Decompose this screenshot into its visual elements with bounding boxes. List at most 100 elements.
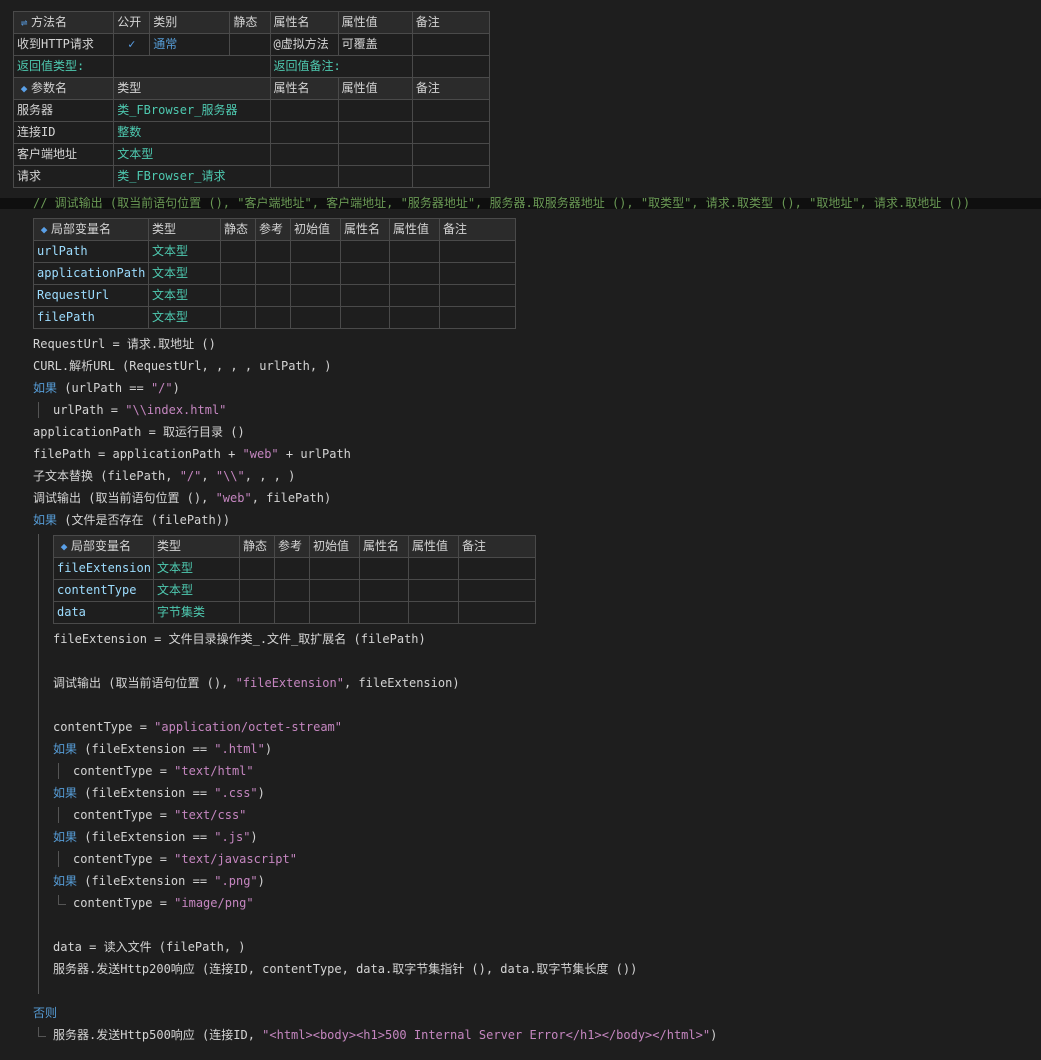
var-name[interactable]: applicationPath	[33, 262, 149, 285]
code-line[interactable]: contentType = "text/javascript"	[73, 848, 297, 870]
param-name[interactable]: 请求	[12, 165, 115, 188]
var-type[interactable]: 文本型	[148, 306, 221, 329]
param-table: ◆ 参数名 类型 属性名 属性值 备注 服务器 类_FBrowser_服务器 连接I…	[12, 77, 491, 188]
param-attr-name-header: 属性名	[269, 77, 339, 100]
check-icon[interactable]: ✓	[128, 37, 135, 51]
var-type[interactable]: 文本型	[153, 579, 240, 602]
var-name[interactable]: RequestUrl	[33, 284, 149, 307]
local-var-row[interactable]: data 字节集类	[53, 601, 536, 624]
indent-guide	[38, 402, 39, 418]
local-var-table-1: ◆ 局部变量名 类型 静态 参考 初始值 属性名 属性值 备注 urlPath 文本…	[33, 218, 516, 329]
param-attr-value-header: 属性值	[337, 77, 413, 100]
code-line[interactable]: applicationPath = 取运行目录 ()	[33, 421, 245, 443]
local-var-row[interactable]: applicationPath 文本型	[33, 262, 516, 285]
code-line[interactable]: 服务器.发送Http200响应 (连接ID, contentType, data…	[53, 958, 637, 980]
method-attr-value[interactable]: 可覆盖	[337, 33, 413, 56]
reference-header: 参考	[255, 218, 291, 241]
note-header: 备注	[439, 218, 516, 241]
return-note-label: 返回值备注:	[269, 55, 413, 78]
var-name[interactable]: urlPath	[33, 240, 149, 263]
local-var-row[interactable]: RequestUrl 文本型	[33, 284, 516, 307]
code-line[interactable]: filePath = applicationPath + "web" + url…	[33, 443, 351, 465]
method-name[interactable]: 收到HTTP请求	[12, 33, 115, 56]
param-note-header: 备注	[411, 77, 491, 100]
code-line[interactable]: CURL.解析URL (RequestUrl, , , , urlPath, )	[33, 355, 332, 377]
param-type[interactable]: 文本型	[113, 143, 271, 166]
code-line[interactable]: 如果 (urlPath == "/")	[33, 377, 180, 399]
var-name[interactable]: filePath	[33, 306, 149, 329]
method-row[interactable]: 收到HTTP请求 ✓ 通常 @虚拟方法 可覆盖	[12, 33, 491, 56]
code-line[interactable]: data = 读入文件 (filePath, )	[53, 936, 246, 958]
code-line[interactable]: contentType = "text/html"	[73, 760, 254, 782]
category-header: 类别	[149, 11, 231, 34]
note-header: 备注	[411, 11, 491, 34]
return-type-label: 返回值类型:	[12, 55, 115, 78]
code-line[interactable]: 如果 (fileExtension == ".html")	[53, 738, 272, 760]
return-type-value[interactable]	[113, 55, 271, 78]
attr-name-header: 属性名	[359, 535, 409, 558]
code-line[interactable]: 如果 (fileExtension == ".css")	[53, 782, 265, 804]
code-line[interactable]: 子文本替换 (filePath, "/", "\\", , , )	[33, 465, 295, 487]
method-table: ⇌ 方法名 公开 类别 静态 属性名 属性值 备注 收到HTTP请求 ✓ 通常 @…	[12, 11, 491, 78]
code-line[interactable]: contentType = "application/octet-stream"	[53, 716, 342, 738]
variable-icon: ◆	[40, 223, 48, 236]
attr-value-header: 属性值	[389, 218, 440, 241]
else-keyword[interactable]: 否则	[33, 1002, 57, 1024]
static-header: 静态	[229, 11, 271, 34]
return-row[interactable]: 返回值类型: 返回值备注:	[12, 55, 491, 78]
indent-guide	[58, 851, 59, 867]
param-row[interactable]: 请求 类_FBrowser_请求	[12, 165, 491, 188]
local-var-row[interactable]: fileExtension 文本型	[53, 557, 536, 580]
code-line[interactable]: 如果 (fileExtension == ".png")	[53, 870, 265, 892]
param-row[interactable]: 客户端地址 文本型	[12, 143, 491, 166]
code-line[interactable]: urlPath = "\\index.html"	[53, 399, 226, 421]
code-line[interactable]: contentType = "image/png"	[73, 892, 254, 914]
method-category[interactable]: 通常	[149, 33, 231, 56]
var-name[interactable]: contentType	[53, 579, 154, 602]
var-name[interactable]: fileExtension	[53, 557, 154, 580]
method-attr-name[interactable]: @虚拟方法	[269, 33, 339, 56]
var-type[interactable]: 文本型	[148, 262, 221, 285]
attr-value-header: 属性值	[408, 535, 459, 558]
var-type[interactable]: 文本型	[153, 557, 240, 580]
return-note-value[interactable]	[411, 55, 491, 78]
local-var-header: ◆ 局部变量名 类型 静态 参考 初始值 属性名 属性值 备注	[33, 218, 516, 241]
local-var-row[interactable]: contentType 文本型	[53, 579, 536, 602]
param-table-header: ◆ 参数名 类型 属性名 属性值 备注	[12, 77, 491, 100]
param-name[interactable]: 连接ID	[12, 121, 115, 144]
param-name-header: ◆ 参数名	[12, 77, 115, 100]
method-icon: ⇌	[20, 16, 28, 29]
var-name[interactable]: data	[53, 601, 154, 624]
code-line[interactable]: 服务器.发送Http500响应 (连接ID, "<html><body><h1>…	[53, 1024, 717, 1046]
attr-name-header: 属性名	[340, 218, 390, 241]
code-line[interactable]: 如果 (文件是否存在 (filePath))	[33, 509, 230, 531]
initial-value-header: 初始值	[309, 535, 360, 558]
local-var-row[interactable]: urlPath 文本型	[33, 240, 516, 263]
param-row[interactable]: 连接ID 整数	[12, 121, 491, 144]
param-name[interactable]: 客户端地址	[12, 143, 115, 166]
indent-guide	[58, 904, 66, 905]
method-note[interactable]	[411, 33, 491, 56]
attr-name-header: 属性名	[269, 11, 339, 34]
type-header: 类型	[153, 535, 240, 558]
indent-guide	[58, 807, 59, 823]
var-type[interactable]: 文本型	[148, 240, 221, 263]
code-line[interactable]: RequestUrl = 请求.取地址 ()	[33, 333, 216, 355]
code-line[interactable]: 调试输出 (取当前语句位置 (), "web", filePath)	[33, 487, 331, 509]
code-line[interactable]: contentType = "text/css"	[73, 804, 246, 826]
param-name[interactable]: 服务器	[12, 99, 115, 122]
param-type[interactable]: 整数	[113, 121, 271, 144]
code-line[interactable]: 如果 (fileExtension == ".js")	[53, 826, 258, 848]
var-type[interactable]: 字节集类	[153, 601, 240, 624]
var-type[interactable]: 文本型	[148, 284, 221, 307]
local-var-row[interactable]: filePath 文本型	[33, 306, 516, 329]
type-header: 类型	[148, 218, 221, 241]
param-type[interactable]: 类_FBrowser_服务器	[113, 99, 271, 122]
code-line[interactable]: 调试输出 (取当前语句位置 (), "fileExtension", fileE…	[53, 672, 460, 694]
param-type-header: 类型	[113, 77, 271, 100]
param-type[interactable]: 类_FBrowser_请求	[113, 165, 271, 188]
method-static[interactable]	[229, 33, 271, 56]
comment-line[interactable]: // 调试输出 (取当前语句位置 (), "客户端地址", 客户端地址, "服务…	[33, 192, 970, 214]
code-line[interactable]: fileExtension = 文件目录操作类_.文件_取扩展名 (filePa…	[53, 628, 426, 650]
param-row[interactable]: 服务器 类_FBrowser_服务器	[12, 99, 491, 122]
